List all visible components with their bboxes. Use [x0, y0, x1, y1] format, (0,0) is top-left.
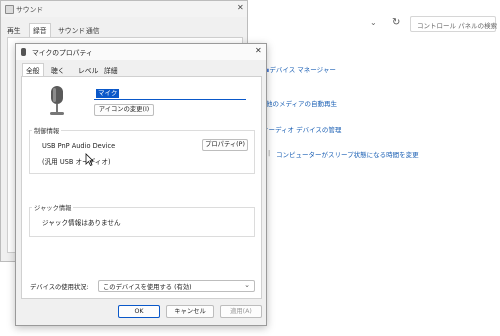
close-icon[interactable]: ✕: [255, 46, 262, 55]
speaker-icon: [5, 5, 14, 14]
link-separator: |: [268, 149, 271, 157]
sleep-settings-link[interactable]: コンピューターがスリープ状態になる時間を変更: [276, 149, 419, 159]
autoplay-link[interactable]: 他のメディアの自動再生: [266, 98, 337, 108]
microphone-device-icon: [50, 86, 64, 115]
chevron-down-icon: ⌄: [244, 281, 250, 289]
device-manager-label: デバイス マネージャー: [269, 66, 336, 74]
mouse-cursor-icon: [85, 153, 94, 166]
microphone-properties-dialog: マイクのプロパティ ✕ 全般 聴く レベル 詳細 マイク アイコンの変更(I) …: [15, 43, 267, 326]
tab-levels[interactable]: レベル: [78, 65, 98, 75]
address-history-chevron-icon[interactable]: ⌄: [370, 18, 377, 27]
sound-tabs: 再生 録音 サウンド 通信: [1, 23, 247, 38]
tab-advanced[interactable]: 詳細: [104, 65, 118, 75]
jack-info-label: ジャック情報: [32, 203, 74, 212]
jack-info-text: ジャック情報はありません: [42, 219, 121, 227]
cancel-button[interactable]: キャンセル: [166, 305, 214, 318]
device-name-value: マイク: [96, 89, 120, 98]
tab-listen[interactable]: 聴く: [51, 65, 65, 75]
close-icon[interactable]: ✕: [237, 3, 244, 12]
controller-info-group: [29, 130, 255, 174]
device-usage-value: このデバイスを使用する (有効): [103, 284, 192, 291]
properties-button[interactable]: プロパティ(P): [202, 139, 248, 151]
controller-device-name: USB PnP Audio Device: [42, 142, 116, 150]
device-manager-link[interactable]: ▪デバイス マネージャー: [265, 64, 336, 74]
ok-button[interactable]: OK: [118, 305, 160, 318]
refresh-icon[interactable]: ↻: [392, 17, 400, 28]
device-usage-label: デバイスの使用状況:: [30, 284, 89, 291]
dialog-titlebar: マイクのプロパティ ✕: [16, 44, 266, 60]
apply-button[interactable]: 適用(A): [220, 305, 262, 318]
search-placeholder: コントロール パネルの検索: [417, 22, 498, 30]
tab-communications[interactable]: 通信: [86, 25, 100, 35]
microphone-icon: [21, 48, 26, 56]
controller-driver: (汎用 USB オーディオ): [42, 158, 111, 166]
change-icon-button[interactable]: アイコンの変更(I): [94, 104, 154, 116]
sound-window-titlebar: サウンド ✕: [1, 1, 247, 17]
tab-recording[interactable]: 録音: [29, 23, 51, 38]
sound-window-title: サウンド: [16, 6, 44, 14]
control-panel-search-input[interactable]: コントロール パネルの検索: [410, 16, 498, 32]
controller-info-label: 制御情報: [32, 126, 62, 135]
tab-sounds[interactable]: サウンド: [58, 25, 85, 35]
device-usage-select[interactable]: このデバイスを使用する (有効) ⌄: [98, 280, 255, 292]
device-name-input[interactable]: マイク: [94, 89, 246, 100]
dialog-title: マイクのプロパティ: [32, 49, 93, 57]
tab-playback[interactable]: 再生: [7, 25, 21, 35]
audio-devices-link[interactable]: オーディオ デバイスの管理: [262, 124, 341, 134]
tab-general[interactable]: 全般: [22, 63, 44, 76]
